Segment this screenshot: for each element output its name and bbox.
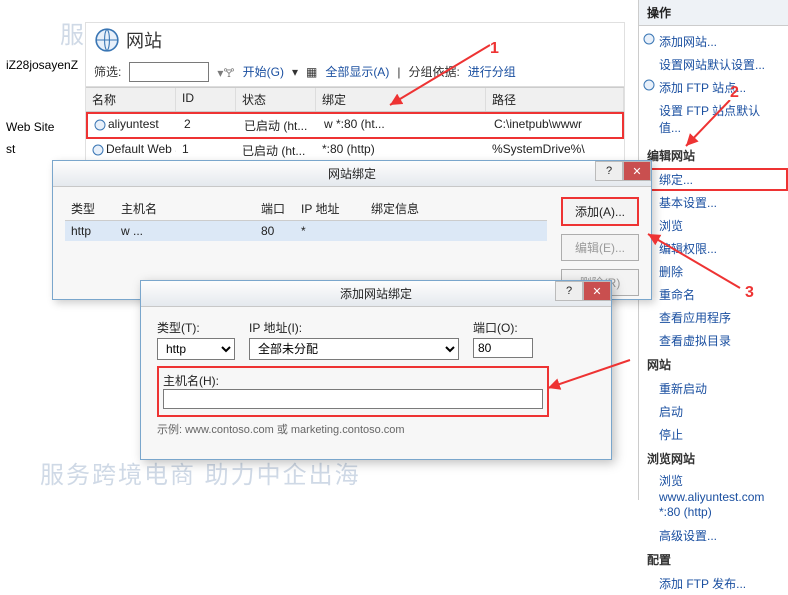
dialog-help-button[interactable]: ? bbox=[555, 281, 583, 301]
tree-node[interactable]: iZ28josayenZ bbox=[4, 54, 76, 76]
binding-type-select[interactable]: http bbox=[157, 338, 235, 360]
ip-label: IP 地址(I): bbox=[249, 319, 459, 336]
binding-port-input[interactable] bbox=[473, 338, 533, 358]
sites-table: 名称 ID 状态 绑定 路径 aliyuntest 2 已启动 (ht... w… bbox=[86, 87, 624, 162]
action-restart[interactable]: 重新启动 bbox=[639, 377, 788, 400]
add-binding-button[interactable]: 添加(A)... bbox=[561, 197, 639, 226]
action-advanced[interactable]: 高级设置... bbox=[639, 524, 788, 547]
action-site-defaults[interactable]: 设置网站默认设置... bbox=[639, 53, 788, 76]
globe-icon bbox=[643, 33, 655, 48]
col-id[interactable]: ID bbox=[176, 88, 236, 111]
dialog-title: 添加网站绑定 bbox=[340, 285, 412, 302]
action-stop[interactable]: 停止 bbox=[639, 423, 788, 446]
actions-pane: 操作 添加网站... 设置网站默认设置... 添加 FTP 站点... 设置 F… bbox=[638, 0, 788, 500]
action-start[interactable]: 启动 bbox=[639, 400, 788, 423]
action-basic-settings[interactable]: 基本设置... bbox=[639, 191, 788, 214]
edit-site-header: 编辑网站 bbox=[639, 143, 788, 168]
edit-binding-button[interactable]: 编辑(E)... bbox=[561, 234, 639, 261]
annotation-1: 1 bbox=[490, 40, 499, 58]
filter-label: 筛选: bbox=[94, 63, 121, 80]
action-bindings[interactable]: 绑定... bbox=[639, 168, 788, 191]
binding-ip-select[interactable]: 全部未分配 bbox=[249, 338, 459, 360]
col-name[interactable]: 名称 bbox=[86, 88, 176, 111]
action-edit-perm[interactable]: 编辑权限... bbox=[639, 237, 788, 260]
start-button[interactable]: 开始(G) bbox=[243, 63, 284, 80]
col-ip[interactable]: IP 地址 bbox=[295, 197, 365, 220]
sites-panel: 网站 筛选: ▾🝖 开始(G) ▾ ▦ 全部显示(A) | 分组依据: 进行分组… bbox=[85, 22, 625, 172]
config-header: 配置 bbox=[639, 547, 788, 572]
filter-input[interactable] bbox=[129, 62, 209, 82]
col-host[interactable]: 主机名 bbox=[115, 197, 255, 220]
globe-icon bbox=[643, 79, 655, 94]
watermark-text: 服务跨境电商 助力中企出海 bbox=[40, 455, 361, 490]
type-label: 类型(T): bbox=[157, 319, 235, 336]
host-hint: 示例: www.contoso.com 或 marketing.contoso.… bbox=[157, 421, 595, 437]
col-type[interactable]: 类型 bbox=[65, 197, 115, 220]
table-row[interactable]: Default Web Si... 1 已启动 (ht... *:80 (htt… bbox=[86, 139, 624, 162]
action-view-apps[interactable]: 查看应用程序 bbox=[639, 306, 788, 329]
add-binding-dialog: 添加网站绑定 ? ✕ 类型(T): http IP 地址(I): 全部未分配 端… bbox=[140, 280, 612, 460]
action-ftp-publish[interactable]: 添加 FTP 发布... bbox=[639, 572, 788, 595]
site-icon bbox=[94, 119, 106, 131]
dialog-title: 网站绑定 bbox=[328, 165, 376, 182]
dialog-close-button[interactable]: ✕ bbox=[623, 161, 651, 181]
actions-header: 操作 bbox=[639, 0, 788, 26]
site-icon bbox=[92, 144, 104, 156]
col-state[interactable]: 状态 bbox=[236, 88, 316, 111]
action-remove[interactable]: 删除 bbox=[639, 260, 788, 283]
host-label: 主机名(H): bbox=[163, 374, 219, 388]
dialog-titlebar[interactable]: 网站绑定 ? ✕ bbox=[53, 161, 651, 187]
group-by-label: 分组依据: bbox=[408, 63, 459, 80]
table-row[interactable]: http w ... 80 * bbox=[65, 221, 547, 241]
funnel-icon: ▾🝖 bbox=[217, 59, 234, 84]
action-view-vdir[interactable]: 查看虚拟目录 bbox=[639, 329, 788, 352]
port-label: 端口(O): bbox=[473, 319, 533, 336]
tree-node[interactable]: st bbox=[4, 138, 76, 160]
action-add-ftp[interactable]: 添加 FTP 站点... bbox=[639, 76, 788, 99]
left-tree-fragment: iZ28josayenZ Web Site st bbox=[0, 50, 80, 164]
panel-title: 网站 bbox=[126, 27, 162, 53]
col-info[interactable]: 绑定信息 bbox=[365, 197, 547, 220]
action-browse[interactable]: 浏览 bbox=[639, 214, 788, 237]
col-path[interactable]: 路径 bbox=[486, 88, 624, 111]
col-port[interactable]: 端口 bbox=[255, 197, 295, 220]
grid-icon: ▦ bbox=[306, 65, 317, 79]
globe-icon bbox=[94, 27, 120, 53]
action-add-site[interactable]: 添加网站... bbox=[639, 30, 788, 53]
dialog-titlebar[interactable]: 添加网站绑定 ? ✕ bbox=[141, 281, 611, 307]
binding-host-input[interactable] bbox=[163, 389, 543, 409]
action-rename[interactable]: 重命名 bbox=[639, 283, 788, 306]
action-browse-url[interactable]: 浏览 www.aliyuntest.com *:80 (http) bbox=[639, 471, 788, 524]
action-ftp-defaults[interactable]: 设置 FTP 站点默认值... bbox=[639, 99, 788, 139]
site-header: 网站 bbox=[639, 352, 788, 377]
site-bindings-dialog: 网站绑定 ? ✕ 类型 主机名 端口 IP 地址 绑定信息 http w ...… bbox=[52, 160, 652, 300]
annotation-2: 2 bbox=[730, 84, 739, 102]
tree-node[interactable]: Web Site bbox=[4, 116, 76, 138]
browse-site-header: 浏览网站 bbox=[639, 446, 788, 471]
table-row[interactable]: aliyuntest 2 已启动 (ht... w *:80 (ht... C:… bbox=[86, 112, 624, 139]
dialog-help-button[interactable]: ? bbox=[595, 161, 623, 181]
show-all-button[interactable]: 全部显示(A) bbox=[325, 63, 389, 80]
split-button[interactable]: 进行分组 bbox=[468, 63, 516, 80]
dialog-close-button[interactable]: ✕ bbox=[583, 281, 611, 301]
annotation-3: 3 bbox=[745, 284, 754, 302]
col-bind[interactable]: 绑定 bbox=[316, 88, 486, 111]
